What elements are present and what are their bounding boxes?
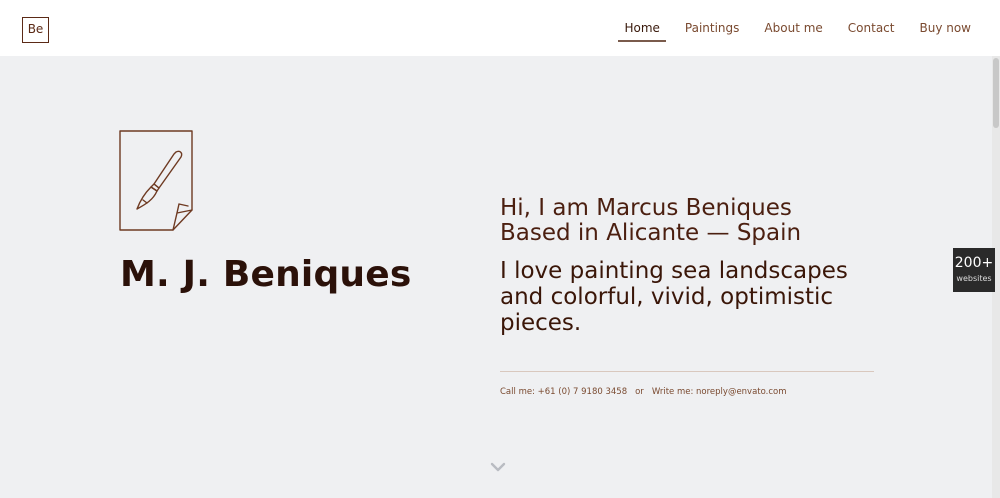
scrollbar-thumb[interactable] [993,58,999,128]
intro-text: Hi, I am Marcus Beniques Based in Alican… [500,196,880,246]
nav-item-paintings[interactable]: Paintings [685,0,740,56]
chevron-down-icon[interactable] [490,461,506,473]
contact-line: Call me: +61 (0) 7 9180 3458 or Write me: … [500,387,787,397]
email-link[interactable]: Write me: noreply@envato.com [652,387,787,397]
site-header: Be Home Paintings About me Contact Buy n… [0,0,1000,56]
nav-item-buy-now[interactable]: Buy now [919,0,971,56]
tagline: I love painting sea landscapes and color… [500,258,848,336]
intro-line-name: Hi, I am Marcus Beniques [500,195,792,221]
site-title: M. J. Beniques [120,254,412,295]
badge-count: 200+ [954,255,994,271]
nav-item-contact[interactable]: Contact [848,0,895,56]
badge-label: websites [956,274,992,283]
contact-separator: or [635,387,644,397]
websites-badge[interactable]: 200+ websites [953,248,995,292]
call-link[interactable]: Call me: +61 (0) 7 9180 3458 [500,387,627,397]
intro-line-location: Based in Alicante — Spain [500,220,802,246]
paintbrush-icon [119,130,193,231]
divider [500,371,874,372]
logo[interactable]: Be [22,17,49,43]
main-nav: Home Paintings About me Contact Buy now [599,0,971,56]
nav-item-home[interactable]: Home [618,0,667,56]
nav-item-about-me[interactable]: About me [764,0,822,56]
